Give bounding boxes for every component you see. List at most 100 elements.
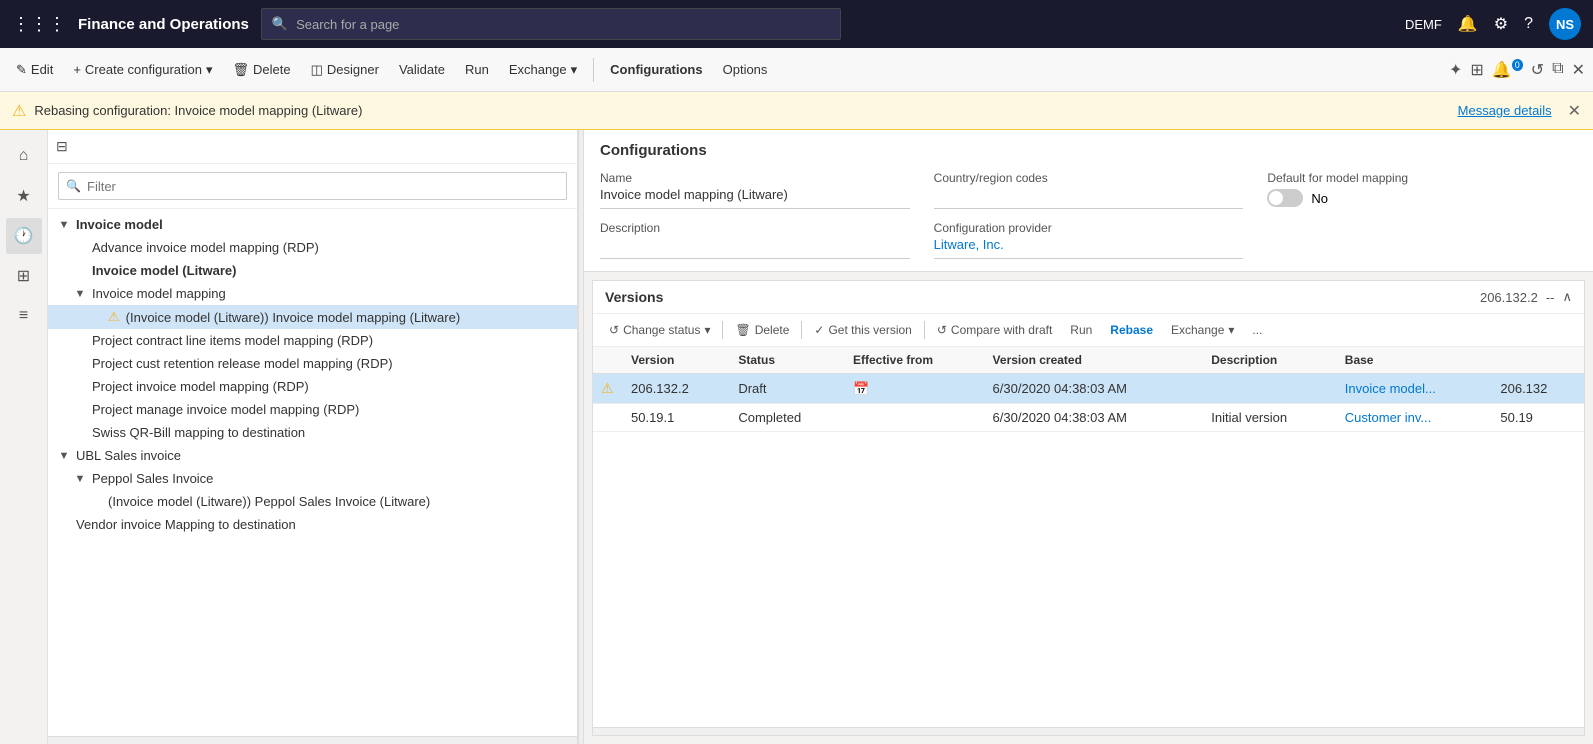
configurations-button[interactable]: Configurations [602, 58, 710, 81]
col-version-created: Version created [985, 347, 1204, 374]
tree-item-project-cust[interactable]: Project cust retention release model map… [48, 352, 577, 375]
tree-content: ▼ Invoice model Advance invoice model ma… [48, 209, 577, 736]
star-icon[interactable]: ✦ [1449, 60, 1462, 80]
tree-item-project-contract[interactable]: Project contract line items model mappin… [48, 329, 577, 352]
tree-horizontal-scroll[interactable] [48, 736, 577, 744]
tree-label: Project invoice model mapping (RDP) [92, 379, 309, 394]
versions-exchange-button[interactable]: Exchange ▾ [1163, 320, 1242, 340]
table-row[interactable]: 50.19.1 Completed 6/30/2020 04:38:03 AM … [593, 404, 1584, 432]
search-bar[interactable]: 🔍 Search for a page [261, 8, 841, 40]
versions-horizontal-scroll[interactable] [593, 727, 1584, 735]
col-effective-from: Effective from [845, 347, 985, 374]
versions-toolbar: ↺ Change status ▾ 🗑 Delete ✓ Get this ve… [593, 314, 1584, 347]
banner-close-button[interactable]: ✕ [1568, 101, 1581, 121]
tree-label: (Invoice model (Litware)) Invoice model … [126, 310, 461, 325]
default-mapping-toggle[interactable] [1267, 189, 1303, 207]
tree-item-ubl-sales[interactable]: ▼ UBL Sales invoice [48, 444, 577, 467]
home-icon[interactable]: ⌂ [6, 138, 42, 174]
user-environment: DEMF [1405, 17, 1442, 32]
change-status-button[interactable]: ↺ Change status ▾ [601, 320, 718, 340]
warning-message: Rebasing configuration: Invoice model ma… [34, 103, 362, 118]
tree-item-invoice-model[interactable]: ▼ Invoice model [48, 213, 577, 236]
compare-with-draft-button[interactable]: ↺ Compare with draft [929, 320, 1060, 340]
settings-icon[interactable]: ⚙ [1494, 14, 1508, 34]
validate-button[interactable]: Validate [391, 58, 453, 81]
row-base-link[interactable]: Invoice model... [1337, 374, 1493, 404]
filter-funnel-icon[interactable]: ⊟ [56, 138, 68, 155]
tree-item-project-invoice[interactable]: Project invoice model mapping (RDP) [48, 375, 577, 398]
refresh-icon[interactable]: ↺ [1531, 60, 1544, 80]
layout-icon[interactable]: ⊞ [1470, 60, 1483, 80]
row-warn-cell: ⚠ [593, 374, 623, 404]
tree-label: Project contract line items model mappin… [92, 333, 373, 348]
tree-item-invoice-model-mapping[interactable]: ▼ Invoice model mapping [48, 282, 577, 305]
search-placeholder: Search for a page [296, 17, 399, 32]
versions-delete-button[interactable]: 🗑 Delete [727, 320, 797, 340]
collapse-icon[interactable]: ∧ [1562, 289, 1572, 305]
tree-label: Invoice model (Litware) [92, 263, 236, 278]
warn-icon-tree: ⚠ [108, 309, 120, 325]
more-options-button[interactable]: ... [1244, 320, 1270, 340]
close-icon[interactable]: ✕ [1572, 60, 1585, 80]
badge-icon[interactable]: 🔔0 [1492, 60, 1523, 80]
provider-label: Configuration provider [934, 221, 1244, 235]
tree-item-vendor-invoice[interactable]: Vendor invoice Mapping to destination [48, 513, 577, 536]
options-button[interactable]: Options [715, 58, 776, 81]
filter-input[interactable] [58, 172, 567, 200]
tree-label: Project manage invoice model mapping (RD… [92, 402, 359, 417]
help-icon[interactable]: ? [1524, 15, 1533, 33]
versions-run-button[interactable]: Run [1062, 320, 1100, 340]
default-mapping-value: No [1311, 191, 1328, 206]
user-avatar[interactable]: NS [1549, 8, 1581, 40]
list-icon[interactable]: ≡ [6, 298, 42, 334]
row-description: Initial version [1203, 404, 1337, 432]
app-title: Finance and Operations [78, 16, 249, 33]
row-base: 206.132 [1492, 374, 1584, 404]
tree-label: Invoice model [76, 217, 163, 232]
notifications-icon[interactable]: 🔔 [1458, 14, 1478, 34]
create-configuration-button[interactable]: + Create configuration ▾ [65, 58, 220, 82]
message-details-link[interactable]: Message details [1458, 103, 1552, 118]
versions-data-table: Version Status Effective from Version cr… [593, 347, 1584, 432]
grid-menu-icon[interactable]: ⋮⋮⋮ [12, 14, 66, 35]
tree-item-peppol-sales[interactable]: ▼ Peppol Sales Invoice [48, 467, 577, 490]
config-section-title: Configurations [600, 142, 1577, 159]
tree-item-advance-invoice[interactable]: Advance invoice model mapping (RDP) [48, 236, 577, 259]
recent-icon[interactable]: 🕐 [6, 218, 42, 254]
tree-label: Swiss QR-Bill mapping to destination [92, 425, 305, 440]
provider-link[interactable]: Litware, Inc. [934, 237, 1004, 252]
window-icon[interactable]: ⧉ [1552, 60, 1563, 80]
get-this-version-button[interactable]: ✓ Get this version [806, 320, 919, 340]
row-warn-cell-empty [593, 404, 623, 432]
search-icon: 🔍 [272, 16, 288, 32]
row-status: Completed [730, 404, 845, 432]
expander-mapping: ▼ [72, 288, 88, 300]
tree-item-invoice-model-mapping-litware[interactable]: ⚠ (Invoice model (Litware)) Invoice mode… [48, 305, 577, 329]
designer-button[interactable]: ◫ Designer [303, 58, 387, 82]
description-value [600, 237, 910, 259]
top-navigation: ⋮⋮⋮ Finance and Operations 🔍 Search for … [0, 0, 1593, 48]
expander-invoice-model: ▼ [56, 219, 72, 231]
tree-label: Project cust retention release model map… [92, 356, 393, 371]
warning-banner: ⚠ Rebasing configuration: Invoice model … [0, 92, 1593, 130]
table-row[interactable]: ⚠ 206.132.2 Draft 📅 6/30/2020 04:38:03 A… [593, 374, 1584, 404]
dropdown-arrow-icon: ▾ [206, 62, 213, 78]
exchange-button[interactable]: Exchange ▾ [501, 58, 585, 82]
row-base-link[interactable]: Customer inv... [1337, 404, 1493, 432]
calendar-icon[interactable]: 📅 [853, 381, 869, 396]
workspaces-icon[interactable]: ⊞ [6, 258, 42, 294]
country-label: Country/region codes [934, 171, 1244, 185]
delete-button[interactable]: 🗑 Delete [225, 58, 299, 82]
tree-item-peppol-litware[interactable]: (Invoice model (Litware)) Peppol Sales I… [48, 490, 577, 513]
favorites-icon[interactable]: ★ [6, 178, 42, 214]
rebase-button[interactable]: Rebase [1102, 320, 1161, 340]
row-effective-from [845, 404, 985, 432]
tree-item-invoice-model-litware[interactable]: Invoice model (Litware) [48, 259, 577, 282]
tree-item-swiss-qr[interactable]: Swiss QR-Bill mapping to destination [48, 421, 577, 444]
edit-button[interactable]: ✎ Edit [8, 58, 61, 82]
trash-icon: 🗑 [233, 62, 250, 78]
run-button[interactable]: Run [457, 58, 497, 81]
versions-table: Version Status Effective from Version cr… [593, 347, 1584, 727]
exchange-dropdown-small-icon: ▾ [1228, 323, 1234, 337]
tree-item-project-manage[interactable]: Project manage invoice model mapping (RD… [48, 398, 577, 421]
